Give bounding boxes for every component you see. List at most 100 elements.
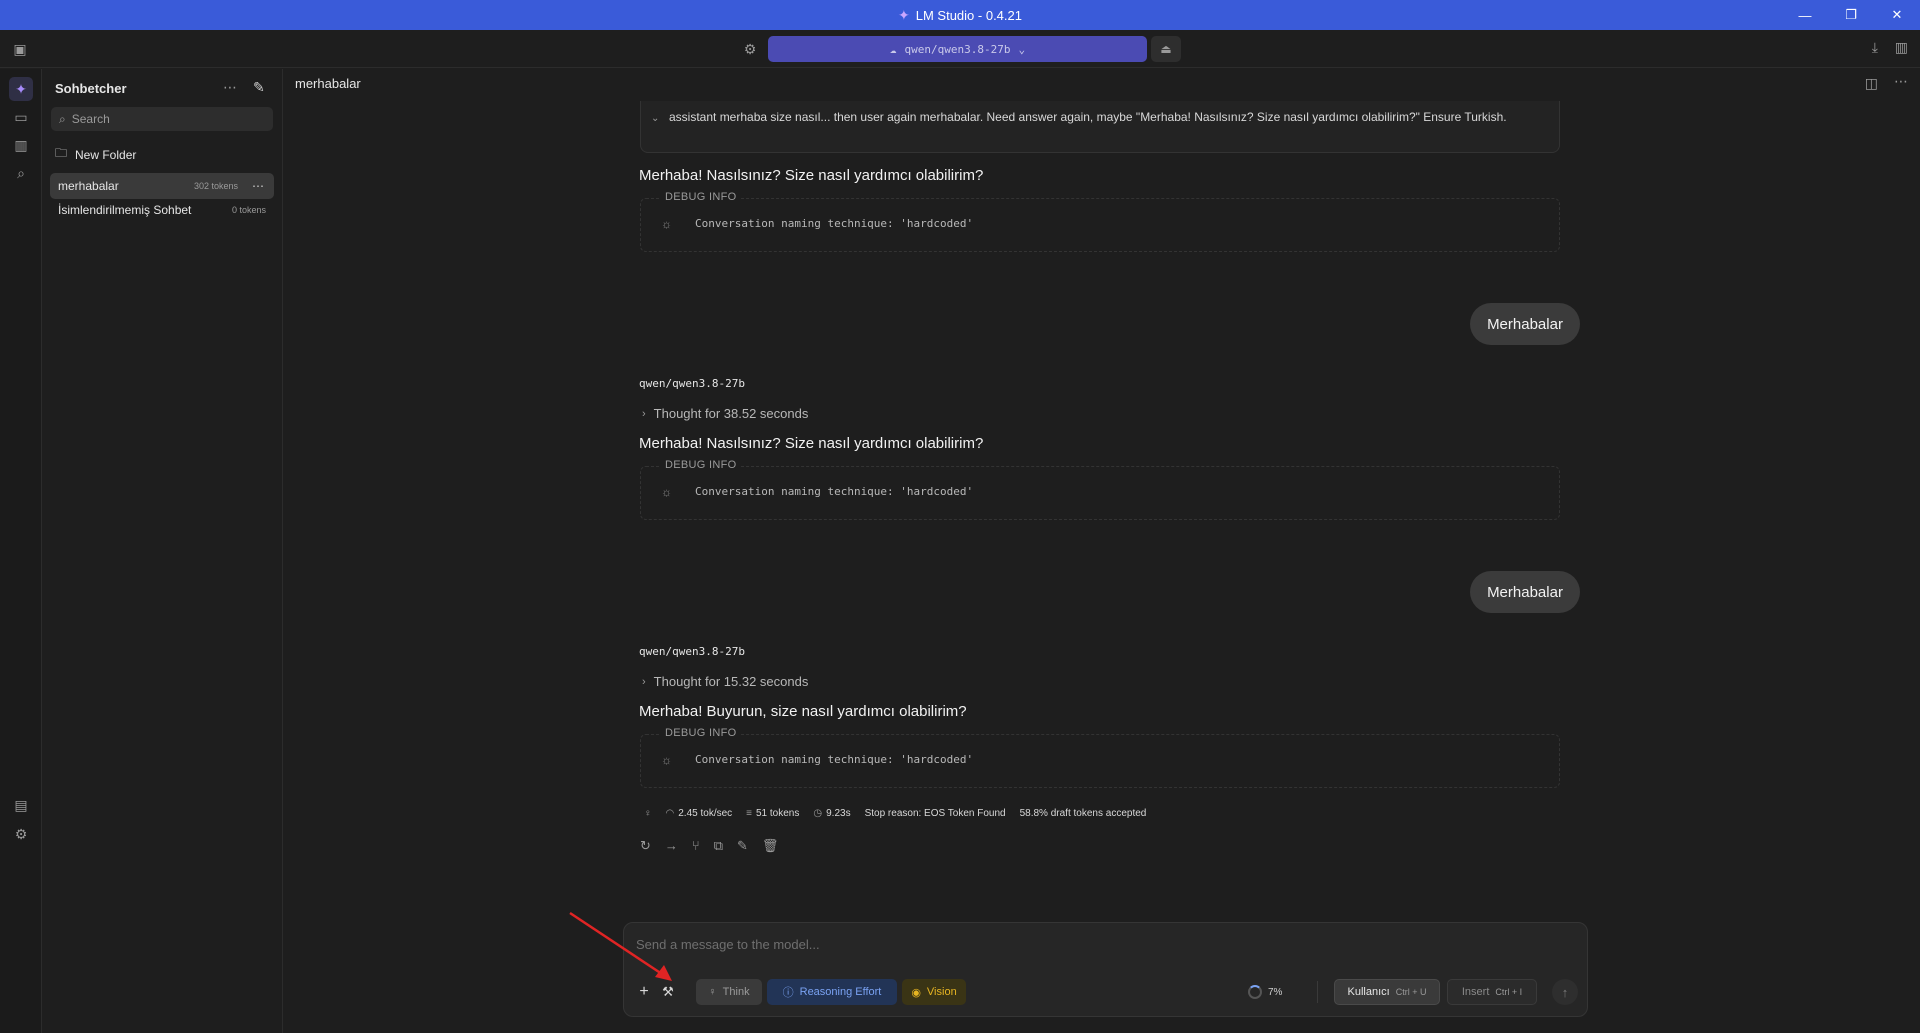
chat-main: merhabalar ◫ ⋯ ⌄ assistant merhaba size …: [284, 69, 1920, 1033]
chevron-down-icon: ⌄: [1018, 42, 1026, 56]
chat-name: merhabalar: [58, 179, 119, 193]
think-toggle[interactable]: ♀ Think: [696, 979, 762, 1005]
thought-toggle[interactable]: › Thought for 38.52 seconds: [642, 406, 808, 421]
lm-studio-logo-icon: ✦: [898, 6, 910, 23]
chevron-right-icon: ›: [642, 675, 646, 688]
model-label: qwen/qwen3.8-27b: [639, 377, 745, 390]
window-controls: — ❐ ✕: [1782, 0, 1920, 30]
draft-stat: 58.8% draft tokens accepted: [1019, 808, 1147, 819]
edit-icon[interactable]: ✎: [737, 838, 748, 854]
send-button[interactable]: ↑: [1552, 979, 1578, 1005]
chat-name: İsimlendirilmemiş Sohbet: [58, 203, 192, 217]
debug-label: DEBUG INFO: [661, 191, 741, 203]
delete-icon[interactable]: 🗑: [762, 838, 779, 854]
search-icon: ⌕: [59, 111, 66, 126]
reasoning-icon: ⓘ: [782, 987, 794, 999]
continue-icon[interactable]: →: [665, 838, 678, 854]
clock-icon: ◷: [813, 808, 823, 819]
split-view-icon[interactable]: ◫: [1865, 75, 1878, 92]
more-icon[interactable]: ⋯: [223, 79, 237, 96]
time-stat: ◷ 9.23s: [813, 808, 851, 819]
message-composer: Send a message to the model... + ⚒ ♀ Thi…: [623, 922, 1588, 1017]
chat-more-icon[interactable]: ⋯: [252, 179, 264, 193]
chats-sidebar: Sohbetcher ⋯ ✎ ⌕ Search 🗀 New Folder mer…: [43, 69, 283, 1033]
shortcut-hint: Ctrl + U: [1395, 987, 1427, 997]
plus-icon: +: [639, 983, 649, 1000]
restore-icon[interactable]: ❐: [1828, 0, 1874, 30]
debug-info-box: DEBUG INFO ☼ Conversation naming techniq…: [640, 191, 1560, 252]
regenerate-icon[interactable]: ↻: [640, 838, 651, 854]
copy-icon[interactable]: ⧉: [714, 838, 723, 854]
new-chat-icon[interactable]: ✎: [253, 79, 265, 96]
context-ring-icon: [1248, 985, 1262, 999]
bug-icon: ☼: [661, 753, 672, 767]
bug-icon: ☼: [661, 217, 672, 231]
debug-info-box: DEBUG INFO ☼ Conversation naming techniq…: [640, 727, 1560, 788]
model-icon: ☁: [889, 42, 897, 56]
assistant-answer: Merhaba! Buyurun, size nasıl yardımcı ol…: [639, 703, 967, 720]
window-title: ✦ LM Studio - 0.4.21: [898, 6, 1022, 23]
minimize-icon[interactable]: —: [1782, 0, 1828, 30]
right-panel-icon[interactable]: ▥: [1895, 39, 1908, 56]
lightbulb-icon: ♀: [708, 986, 717, 998]
stop-reason: Stop reason: EOS Token Found: [864, 808, 1006, 819]
close-icon[interactable]: ✕: [1874, 0, 1920, 30]
thought-toggle[interactable]: › Thought for 15.32 seconds: [642, 674, 808, 689]
debug-info-box: DEBUG INFO ☼ Conversation naming techniq…: [640, 459, 1560, 520]
debug-label: DEBUG INFO: [661, 459, 741, 471]
debug-text: Conversation naming technique: 'hardcode…: [695, 217, 974, 230]
speed-stat: ◠ 2.45 tok/sec: [665, 808, 733, 819]
insert-button[interactable]: Insert Ctrl + I: [1447, 979, 1537, 1005]
new-folder-button[interactable]: 🗀 New Folder: [55, 144, 136, 165]
discover-nav-icon[interactable]: ⌕: [9, 161, 33, 185]
chat-nav-icon[interactable]: ✦: [9, 77, 33, 101]
eye-icon: ◉: [911, 986, 921, 999]
search-placeholder: Search: [71, 112, 110, 126]
user-role-button[interactable]: Kullanıcı Ctrl + U: [1334, 979, 1440, 1005]
gear-icon[interactable]: ⚙: [740, 39, 760, 59]
developer-nav-icon[interactable]: ▭: [9, 105, 33, 129]
eject-button[interactable]: ⏏: [1151, 36, 1181, 62]
tokens-icon: ≡: [746, 808, 752, 819]
attach-button[interactable]: +: [634, 979, 654, 1005]
thought-duration: Thought for 15.32 seconds: [653, 674, 809, 689]
divider: [1317, 981, 1318, 1003]
token-stat: ≡ 51 tokens: [746, 808, 800, 819]
search-input[interactable]: ⌕ Search: [51, 107, 273, 131]
window-titlebar: ✦ LM Studio - 0.4.21 — ❐ ✕: [0, 0, 1920, 30]
chat-token-count: 0 tokens: [231, 205, 266, 215]
left-rail-nav: ✦ ▭ ▥ ⌕ ▤ ⚙: [0, 69, 42, 1033]
model-selector[interactable]: ☁ qwen/qwen3.8-27b ⌄: [768, 36, 1147, 62]
debug-text: Conversation naming technique: 'hardcode…: [695, 485, 974, 498]
bug-icon: ☼: [661, 485, 672, 499]
thought-text: assistant merhaba size nasıl... then use…: [669, 110, 1507, 124]
settings-nav-icon[interactable]: ⚙: [9, 822, 33, 846]
chevron-right-icon: ›: [642, 407, 646, 420]
chat-title: merhabalar: [295, 76, 361, 91]
more-icon[interactable]: ⋯: [1894, 73, 1908, 90]
model-label: qwen/qwen3.8-27b: [639, 645, 745, 658]
top-toolbar: ▣ ⚙ ☁ qwen/qwen3.8-27b ⌄ ⏏ ⤓ ▥: [0, 30, 1920, 68]
user-message-bubble: Merhabalar: [1470, 303, 1580, 345]
toggle-sidebar-icon[interactable]: ▣: [10, 39, 30, 59]
vision-button[interactable]: ◉ Vision: [902, 979, 966, 1005]
chat-list-item-merhabalar[interactable]: merhabalar 302 tokens ⋯: [50, 173, 274, 199]
reasoning-effort-button[interactable]: ⓘ Reasoning Effort: [767, 979, 897, 1005]
user-message-bubble: Merhabalar: [1470, 571, 1580, 613]
branch-icon[interactable]: ⑂: [692, 838, 700, 854]
thought-duration: Thought for 38.52 seconds: [653, 406, 809, 421]
context-usage[interactable]: 7%: [1248, 979, 1282, 1005]
message-input[interactable]: Send a message to the model...: [636, 937, 820, 952]
chevron-down-icon[interactable]: ⌄: [651, 113, 659, 124]
chat-token-count: 302 tokens: [193, 181, 238, 191]
new-folder-label: New Folder: [75, 147, 137, 162]
hardware-nav-icon[interactable]: ▤: [9, 793, 33, 817]
shortcut-hint: Ctrl + I: [1495, 987, 1523, 997]
tools-button[interactable]: ⚒: [658, 979, 678, 1005]
hammer-icon: ⚒: [662, 984, 674, 999]
models-nav-icon[interactable]: ▥: [9, 133, 33, 157]
chat-list-item-unnamed[interactable]: İsimlendirilmemiş Sohbet 0 tokens: [50, 197, 274, 223]
download-icon[interactable]: ⤓: [1872, 39, 1878, 56]
expanded-thought-box: ⌄ assistant merhaba size nasıl... then u…: [640, 101, 1560, 153]
folder-plus-icon: 🗀: [55, 146, 68, 160]
